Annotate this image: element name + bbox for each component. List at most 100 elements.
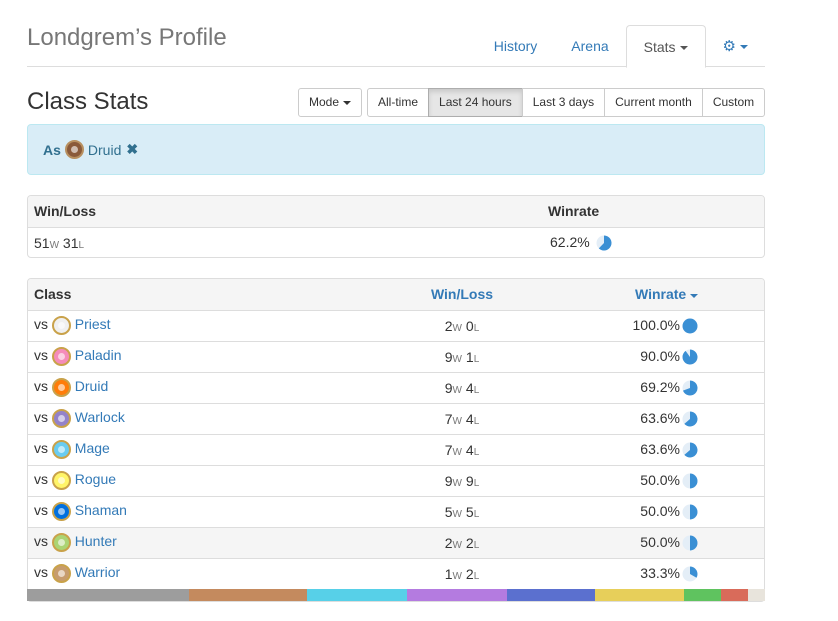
filter-as-label: As bbox=[43, 141, 61, 158]
winrate-pie-icon bbox=[596, 235, 612, 251]
l-suffix: L bbox=[473, 446, 480, 458]
winloss-cell: 5W 5L bbox=[311, 495, 613, 527]
winrate-value: 69.2% bbox=[640, 378, 680, 395]
class-link-priest[interactable]: Priest bbox=[75, 316, 111, 332]
filter-custom[interactable]: Custom bbox=[701, 88, 766, 117]
strip-segment bbox=[506, 589, 596, 601]
class-link-druid[interactable]: Druid bbox=[75, 378, 108, 394]
strip-segment bbox=[189, 589, 308, 601]
wins-value: 5 bbox=[444, 503, 453, 520]
winrate-cell: 63.6% bbox=[613, 433, 764, 465]
winloss-cell: 2W 2L bbox=[311, 526, 613, 558]
summary-winrate: 62.2% bbox=[550, 234, 590, 251]
table-row[interactable]: vs Priest 2W 0L 100.0% bbox=[28, 310, 764, 341]
class-link-hunter[interactable]: Hunter bbox=[75, 533, 117, 549]
winrate-value: 63.6% bbox=[640, 440, 680, 457]
strip-segment bbox=[307, 589, 408, 601]
filter-all-time[interactable]: All-time bbox=[367, 88, 430, 117]
w-suffix: W bbox=[452, 353, 462, 365]
winloss-sort-link[interactable]: Win/Loss bbox=[431, 286, 493, 302]
time-filter-group: All-time Last 24 hours Last 3 days Curre… bbox=[367, 88, 766, 117]
wins-value: 7 bbox=[444, 410, 453, 427]
tab-arena[interactable]: Arena bbox=[554, 25, 625, 67]
summary-l-suffix: L bbox=[78, 239, 85, 251]
table-row[interactable]: vs Warlock 7W 4L 63.6% bbox=[28, 402, 764, 434]
wins-value: 9 bbox=[444, 348, 453, 365]
l-suffix: L bbox=[473, 570, 480, 582]
l-suffix: L bbox=[473, 508, 480, 520]
l-suffix: L bbox=[473, 353, 480, 365]
rogue-class-icon bbox=[51, 471, 71, 490]
close-icon[interactable]: ✖ bbox=[126, 141, 138, 158]
mode-dropdown-button[interactable]: Mode bbox=[298, 88, 363, 117]
class-distribution-strip bbox=[27, 589, 765, 601]
class-stats-panel: Class Win/Loss Winrate vs Priest 2W 0L 100… bbox=[27, 278, 765, 602]
strip-segment bbox=[595, 589, 684, 601]
winrate-cell: 63.6% bbox=[613, 402, 764, 434]
vs-label: vs bbox=[34, 533, 48, 550]
losses-value: 4 bbox=[465, 410, 474, 427]
table-row[interactable]: vs Druid 9W 4L 69.2% bbox=[28, 371, 764, 403]
mage-class-icon bbox=[51, 440, 71, 459]
winloss-column-header[interactable]: Win/Loss bbox=[311, 279, 613, 311]
class-link-rogue[interactable]: Rogue bbox=[75, 471, 116, 487]
winrate-pie-icon bbox=[682, 473, 698, 489]
chevron-down-icon bbox=[740, 45, 748, 50]
wins-value: 9 bbox=[444, 472, 453, 489]
winrate-sort-link[interactable]: Winrate bbox=[635, 286, 686, 302]
table-row[interactable]: vs Shaman 5W 5L 50.0% bbox=[28, 495, 764, 527]
table-row[interactable]: vs Hunter 2W 2L 50.0% bbox=[28, 526, 764, 558]
tab-history[interactable]: History bbox=[477, 25, 555, 67]
table-row[interactable]: vs Warrior 1W 2L 33.3% bbox=[28, 557, 764, 589]
losses-value: 9 bbox=[465, 472, 474, 489]
settings-dropdown[interactable]: ⚙ bbox=[706, 25, 765, 67]
w-suffix: W bbox=[452, 477, 462, 489]
wins-value: 2 bbox=[444, 534, 453, 551]
wins-value: 7 bbox=[444, 441, 453, 458]
class-stats-table: Class Win/Loss Winrate vs Priest 2W 0L 100… bbox=[28, 279, 764, 589]
filter-last-3-days[interactable]: Last 3 days bbox=[521, 88, 606, 117]
filter-class-name: Druid bbox=[87, 141, 122, 158]
class-link-paladin[interactable]: Paladin bbox=[75, 347, 122, 363]
summary-winrate-header: Winrate bbox=[548, 196, 764, 228]
losses-value: 2 bbox=[465, 534, 474, 551]
filter-current-month[interactable]: Current month bbox=[604, 88, 703, 117]
class-link-shaman[interactable]: Shaman bbox=[75, 502, 127, 518]
class-link-mage[interactable]: Mage bbox=[75, 440, 110, 456]
profile-header: Londgrem’s Profile History Arena Stats ⚙ bbox=[27, 0, 765, 68]
winloss-cell: 9W 9L bbox=[311, 464, 613, 496]
druid-class-icon bbox=[51, 378, 71, 397]
table-row[interactable]: vs Rogue 9W 9L 50.0% bbox=[28, 464, 764, 496]
winrate-value: 63.6% bbox=[640, 409, 680, 426]
vs-label: vs bbox=[34, 347, 48, 364]
paladin-class-icon bbox=[51, 347, 71, 366]
summary-w-suffix: W bbox=[49, 239, 60, 251]
class-stats-title: Class Stats bbox=[27, 88, 149, 115]
summary-losses: 31 bbox=[62, 234, 79, 251]
warlock-class-icon bbox=[51, 409, 71, 428]
table-row[interactable]: vs Mage 7W 4L 63.6% bbox=[28, 433, 764, 465]
class-cell: vs Shaman bbox=[28, 495, 311, 527]
gear-icon: ⚙ bbox=[722, 38, 736, 56]
winrate-pie-icon bbox=[682, 442, 698, 458]
class-link-warrior[interactable]: Warrior bbox=[75, 564, 120, 580]
druid-class-icon bbox=[64, 140, 84, 159]
priest-class-icon bbox=[51, 316, 71, 335]
vs-label: vs bbox=[34, 471, 48, 488]
vs-label: vs bbox=[34, 316, 48, 333]
class-link-warlock[interactable]: Warlock bbox=[75, 409, 125, 425]
winrate-column-header[interactable]: Winrate bbox=[613, 279, 764, 311]
filter-last-24-hours[interactable]: Last 24 hours bbox=[428, 88, 523, 117]
winrate-value: 90.0% bbox=[640, 347, 680, 364]
w-suffix: W bbox=[452, 539, 462, 551]
losses-value: 0 bbox=[465, 317, 474, 334]
class-cell: vs Warrior bbox=[28, 557, 311, 589]
vs-label: vs bbox=[34, 378, 48, 395]
strip-segment bbox=[748, 589, 765, 601]
table-row[interactable]: vs Paladin 9W 1L 90.0% bbox=[28, 340, 764, 372]
summary-winloss-cell: 51W 31L bbox=[28, 226, 548, 257]
chevron-down-icon bbox=[679, 46, 688, 51]
class-cell: vs Priest bbox=[28, 310, 311, 341]
strip-segment bbox=[683, 589, 721, 601]
tab-stats[interactable]: Stats bbox=[625, 25, 706, 68]
